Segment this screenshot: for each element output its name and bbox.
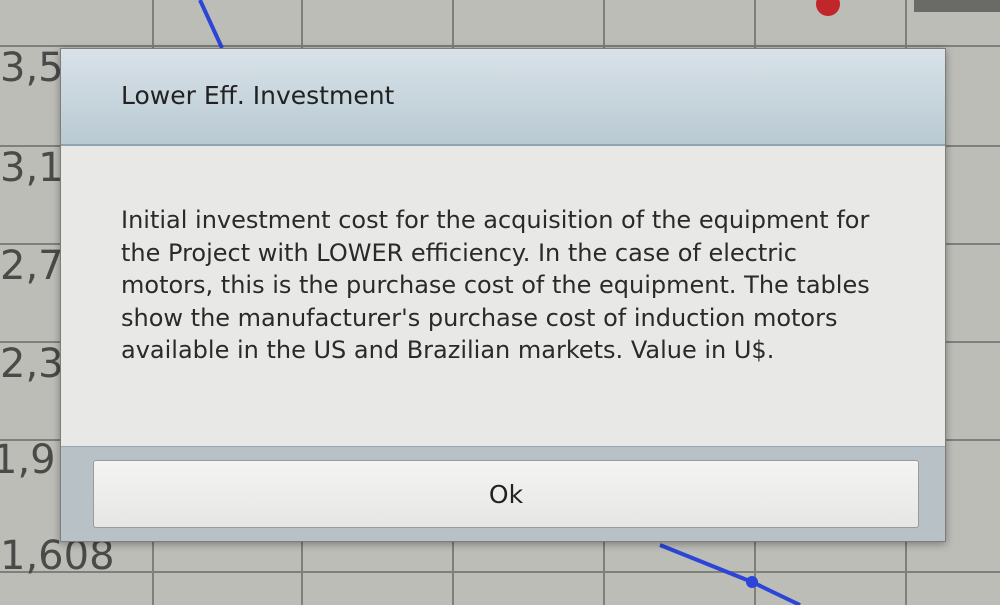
y-tick-label: 2,7 [0, 243, 64, 289]
y-tick-label: 3,1 [0, 145, 64, 191]
info-dialog: Lower Eff. Investment Initial investment… [60, 48, 946, 542]
y-tick-label: 1,608 [0, 533, 115, 579]
dialog-message: Initial investment cost for the acquisit… [121, 206, 870, 365]
series-point [746, 576, 758, 588]
y-tick-label: 1,9 [0, 437, 56, 483]
dialog-header: Lower Eff. Investment [61, 49, 945, 146]
dialog-body: Initial investment cost for the acquisit… [61, 146, 945, 446]
dialog-footer: Ok [61, 446, 945, 541]
red-marker [816, 0, 840, 16]
y-tick-label: 3,5 [0, 45, 64, 91]
series-line-top [198, 0, 224, 49]
y-tick-label: 2,3 [0, 341, 64, 387]
corner-element [914, 0, 1000, 12]
dialog-title: Lower Eff. Investment [121, 81, 395, 110]
ok-button[interactable]: Ok [93, 460, 919, 528]
series-line-bottom [659, 543, 801, 605]
